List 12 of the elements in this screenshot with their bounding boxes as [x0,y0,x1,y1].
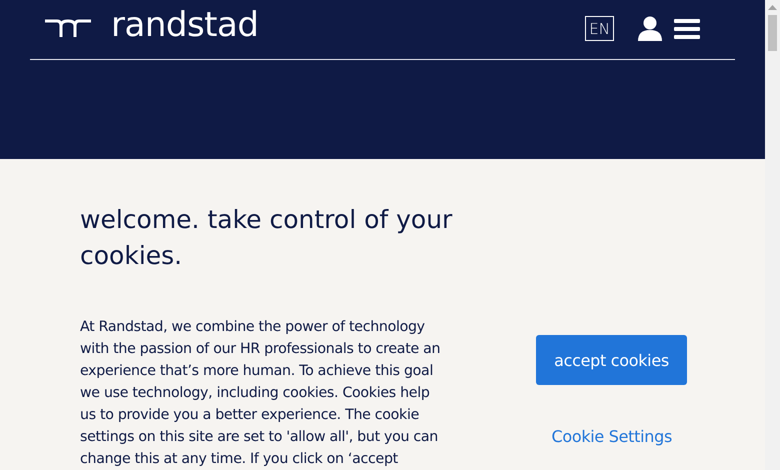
cookie-settings-link[interactable]: Cookie Settings [551,427,672,446]
language-button[interactable]: EN [585,16,614,41]
logo-icon [45,18,91,38]
scrollbar[interactable] [765,0,780,470]
logo-text[interactable]: randstad [111,8,258,42]
user-icon[interactable] [638,16,662,41]
scrollbar-thumb[interactable] [768,15,777,51]
banner-text: At Randstad, we combine the power of technology with the passion of our HR professionals to create an experience that’s more human. To achieve this goal we use technology, including cookies. Cookies help us to provide you a better experience. The cookie settings on this site are set to 'allow all', but you can change this at any time. If you click on ‘accept [80,318,442,469]
accept-cookies-button[interactable]: accept cookies [536,335,687,385]
scroll-up-icon[interactable] [768,5,777,10]
menu-icon[interactable] [674,18,700,38]
banner-title: welcome. take control of your cookies. [80,204,454,272]
